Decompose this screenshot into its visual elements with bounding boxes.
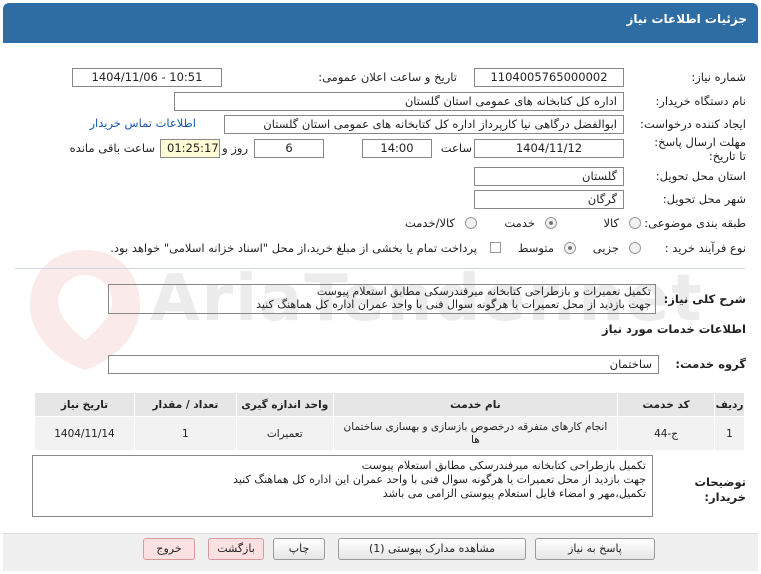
view-documents-button[interactable]: مشاهده مدارک پیوستی (1) bbox=[338, 538, 526, 560]
announce-datetime-field: 1404/11/06 - 10:51 bbox=[72, 68, 222, 87]
services-table: ردیف کد خدمت نام خدمت واحد اندازه گیری ت… bbox=[34, 392, 745, 451]
reply-button[interactable]: پاسخ به نیاز bbox=[535, 538, 655, 560]
creator-field: ابوالفضل درگاهی نیا کارپرداز اداره کل کت… bbox=[224, 115, 624, 134]
summary-box: تکمیل تعمیرات و بازطراحی کتابخانه میرفند… bbox=[108, 284, 656, 314]
deadline-time-label: ساعت bbox=[440, 141, 472, 155]
cell-qty: 1 bbox=[133, 416, 237, 451]
notes-line: جهت بازدید از محل تعمیرات یا هرگونه سوال… bbox=[233, 473, 646, 486]
summary-line: تکمیل تعمیرات و بازطراحی کتابخانه میرفند… bbox=[316, 285, 651, 298]
table-header-row: ردیف کد خدمت نام خدمت واحد اندازه گیری ت… bbox=[34, 392, 745, 417]
category-label: طبقه بندی موضوعی: bbox=[644, 216, 746, 230]
notes-line: تکمیل،مهر و امضاء فایل استعلام پیوستی ال… bbox=[382, 487, 646, 500]
time-remaining-field: 01:25:17 bbox=[160, 139, 220, 158]
category-goods-service-radio[interactable] bbox=[465, 217, 477, 229]
col-date: تاریخ نیاز bbox=[34, 392, 135, 417]
col-code: کد خدمت bbox=[617, 392, 716, 417]
buyer-org-field: اداره کل کتابخانه های عمومی استان گلستان bbox=[174, 92, 624, 111]
col-qty: تعداد / مقدار bbox=[133, 392, 237, 417]
city-field: گرگان bbox=[474, 190, 624, 209]
city-label: شهر محل تحویل: bbox=[662, 192, 746, 206]
buyer-notes-label: توضیحات خریدار: bbox=[694, 475, 747, 504]
summary-line: جهت بازدید از محل تعمیرات یا هرگونه سوال… bbox=[256, 298, 651, 311]
need-number-label: شماره نیاز: bbox=[691, 70, 746, 84]
cell-unit: تعمیرات bbox=[235, 416, 334, 451]
purchase-medium-label: متوسط bbox=[517, 241, 554, 255]
purchase-medium-radio[interactable] bbox=[564, 242, 576, 254]
col-name: نام خدمت bbox=[332, 392, 619, 417]
divider bbox=[15, 268, 745, 269]
treasury-checkbox[interactable] bbox=[490, 242, 501, 253]
category-service-label: خدمت bbox=[504, 216, 535, 230]
cell-code: ج-44 bbox=[617, 416, 716, 451]
summary-label: شرح کلی نیاز: bbox=[663, 292, 746, 306]
category-goods-label: کالا bbox=[603, 216, 619, 230]
need-number-field: 1104005765000002 bbox=[474, 68, 624, 87]
buyer-notes-box: تکمیل بازطراحی کتابخانه میرفندرسکی مطابق… bbox=[32, 455, 653, 517]
purchase-minor-label: جزیی bbox=[592, 241, 619, 255]
category-goods-radio[interactable] bbox=[629, 217, 641, 229]
exit-button[interactable]: خروج bbox=[143, 538, 195, 560]
remaining-label: ساعت باقی مانده bbox=[69, 141, 155, 155]
days-remaining-field: 6 bbox=[254, 139, 324, 158]
days-label: روز و bbox=[222, 141, 248, 155]
deadline-time-field: 14:00 bbox=[362, 139, 432, 158]
purchase-type-label: نوع فرآیند خرید : bbox=[664, 241, 746, 255]
category-service-radio[interactable] bbox=[545, 217, 557, 229]
col-unit: واحد اندازه گیری bbox=[235, 392, 334, 417]
buyer-contact-link[interactable]: اطلاعات تماس خریدار bbox=[89, 116, 196, 130]
service-group-label: گروه خدمت: bbox=[675, 357, 746, 371]
table-row: 1 ج-44 انجام کارهای متفرقه درخصوص بازساز… bbox=[34, 416, 745, 451]
deadline-date-field: 1404/11/12 bbox=[474, 139, 624, 158]
creator-label: ایجاد کننده درخواست: bbox=[640, 117, 746, 131]
province-label: استان محل تحویل: bbox=[655, 169, 746, 183]
province-field: گلستان bbox=[474, 167, 624, 186]
cell-name: انجام کارهای متفرقه درخصوص بازسازی و بهس… bbox=[332, 416, 619, 451]
treasury-note: پرداخت تمام یا بخشی از مبلغ خرید،از محل … bbox=[110, 241, 477, 255]
cell-row: 1 bbox=[714, 416, 745, 451]
print-button[interactable]: چاپ bbox=[273, 538, 325, 560]
services-info-heading: اطلاعات خدمات مورد نیاز bbox=[602, 322, 746, 336]
deadline-label: مهلت ارسال پاسخ: تا تاریخ: bbox=[654, 135, 746, 163]
purchase-minor-radio[interactable] bbox=[629, 242, 641, 254]
col-row: ردیف bbox=[714, 392, 745, 417]
notes-line: تکمیل بازطراحی کتابخانه میرفندرسکی مطابق… bbox=[361, 459, 646, 472]
service-group-field: ساختمان bbox=[108, 355, 659, 374]
category-goods-service-label: کالا/خدمت bbox=[404, 216, 455, 230]
back-button[interactable]: بازگشت bbox=[208, 538, 264, 560]
cell-date: 1404/11/14 bbox=[34, 416, 135, 451]
announce-datetime-label: تاریخ و ساعت اعلان عمومی: bbox=[318, 70, 457, 84]
page-title: جزئیات اطلاعات نیاز bbox=[626, 12, 747, 26]
buyer-org-label: نام دستگاه خریدار: bbox=[655, 94, 746, 108]
